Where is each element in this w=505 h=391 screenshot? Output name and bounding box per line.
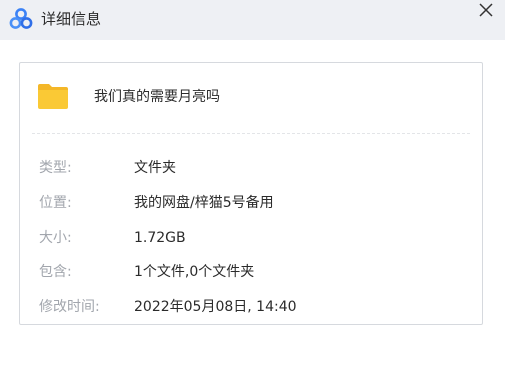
cloud-logo-icon bbox=[9, 8, 33, 29]
title-bar: 详细信息 bbox=[0, 0, 505, 40]
type-label: 类型: bbox=[39, 160, 72, 176]
modified-label: 修改时间: bbox=[39, 299, 100, 315]
window-title: 详细信息 bbox=[41, 10, 102, 28]
folder-icon bbox=[38, 84, 68, 109]
contains-label: 包含: bbox=[39, 264, 72, 280]
divider bbox=[32, 133, 470, 134]
location-value: 我的网盘/梓猫5号备用 bbox=[134, 195, 274, 211]
details-card: 我们真的需要月亮吗 类型: 文件夹 位置: 我的网盘/梓猫5号备用 大小: 1.… bbox=[19, 62, 483, 325]
size-label: 大小: bbox=[39, 230, 72, 246]
location-label: 位置: bbox=[39, 195, 72, 211]
contains-value: 1个文件,0个文件夹 bbox=[134, 264, 255, 280]
modified-value: 2022年05月08日, 14:40 bbox=[134, 299, 297, 315]
type-value: 文件夹 bbox=[134, 160, 176, 176]
size-value: 1.72GB bbox=[134, 230, 186, 246]
file-name: 我们真的需要月亮吗 bbox=[94, 89, 220, 105]
close-icon[interactable] bbox=[476, 0, 496, 20]
